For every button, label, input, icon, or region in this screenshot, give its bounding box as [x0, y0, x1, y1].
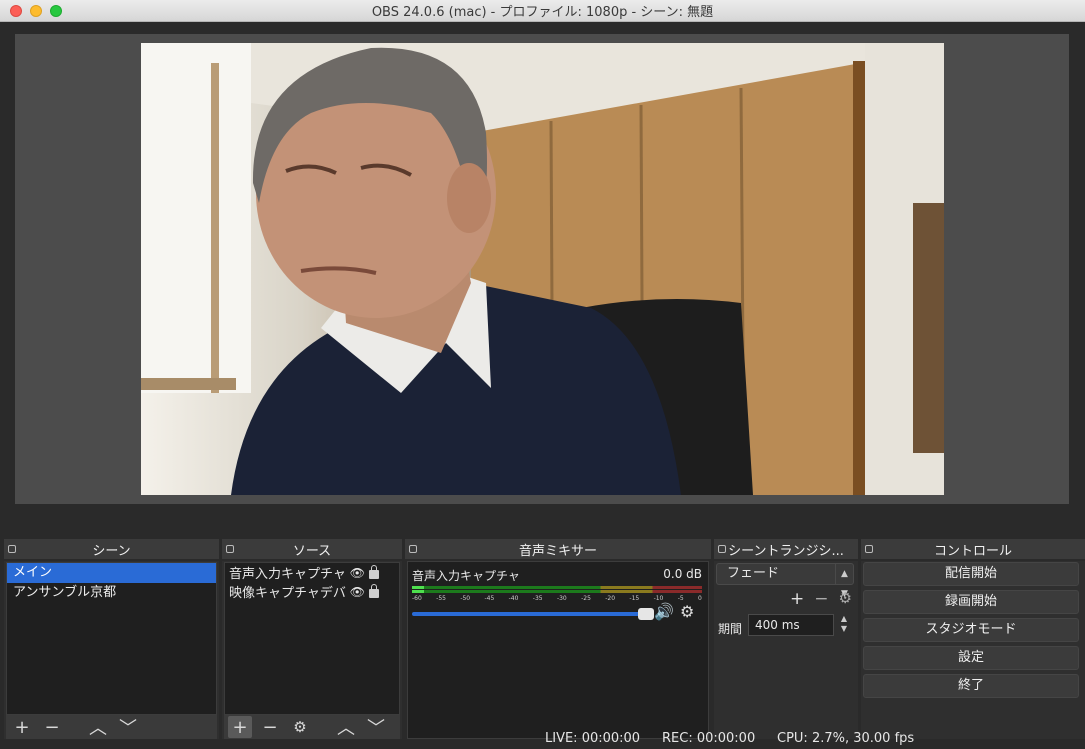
sources-dock-title-label: ソース	[292, 543, 332, 559]
scene-transitions-dock-title-label: シーントランジシ...	[728, 543, 844, 559]
controls-body: 配信開始 録画開始 スタジオモード 設定 終了	[861, 561, 1085, 739]
mixer-settings-gear-icon[interactable]: ⚙	[680, 602, 694, 621]
scenes-list[interactable]: メイン アンサンブル京都	[6, 562, 217, 715]
dock-float-icon[interactable]	[409, 545, 417, 553]
audio-mixer-dock-title: 音声ミキサー	[405, 539, 711, 559]
minimize-window-button[interactable]	[30, 5, 42, 17]
volume-meter-bar-left	[412, 586, 702, 589]
duration-input[interactable]: 400 ms	[748, 614, 834, 636]
transition-properties-gear-icon[interactable]: ⚙	[839, 589, 852, 609]
camera-preview[interactable]	[141, 43, 944, 495]
start-streaming-button[interactable]: 配信開始	[863, 562, 1079, 586]
main-area: シーン メイン アンサンブル京都 + − ︿ ﹀ ソース 音声入力キャプチャ 👁…	[0, 22, 1085, 749]
start-recording-button[interactable]: 録画開始	[863, 590, 1079, 614]
lock-icon[interactable]	[369, 565, 379, 579]
mixer-channel-header: 音声入力キャプチャ 0.0 dB	[408, 562, 708, 584]
camera-preview-image	[141, 43, 944, 495]
studio-mode-button[interactable]: スタジオモード	[863, 618, 1079, 642]
sources-dock-body: 音声入力キャプチャ 👁 映像キャプチャデバ 👁 + − ⚙ ︿ ﹀	[222, 561, 402, 739]
meter-tick: -15	[629, 595, 640, 602]
duration-stepper[interactable]: ▲ ▼	[836, 614, 852, 636]
mixer-body: 音声入力キャプチャ 0.0 dB -60 -55 -50 -45 -40 -35…	[407, 561, 709, 739]
audio-mixer-dock-title-label: 音声ミキサー	[518, 543, 597, 559]
transition-select[interactable]: フェード ▲ ▼	[716, 563, 854, 599]
meter-tick: -55	[436, 595, 446, 602]
sources-dock-title: ソース	[222, 539, 402, 559]
maximize-window-button[interactable]	[50, 5, 62, 17]
cpu-fps-status: CPU: 2.7%, 30.00 fps	[777, 731, 915, 746]
lock-icon[interactable]	[369, 584, 379, 598]
source-item-audio-input[interactable]: 音声入力キャプチャ 👁	[225, 563, 399, 582]
status-bar: LIVE: 00:00:00 REC: 00:00:00 CPU: 2.7%, …	[0, 728, 1085, 749]
controls-dock-title: コントロール	[861, 539, 1085, 559]
dock-float-icon[interactable]	[8, 545, 16, 553]
audio-mixer-dock: 音声ミキサー 音声入力キャプチャ 0.0 dB -60 -55 -50 -45 …	[405, 539, 711, 739]
volume-slider[interactable]	[412, 608, 654, 620]
transition-buttons: + − ⚙	[790, 589, 852, 609]
volume-slider-handle[interactable]	[638, 608, 654, 620]
meter-tick: 0	[698, 595, 702, 602]
volume-meter-bar-right	[412, 590, 702, 593]
live-time-status: LIVE: 00:00:00	[545, 731, 641, 746]
speaker-mute-icon[interactable]: 🔊	[654, 602, 674, 621]
meter-tick: -50	[460, 595, 471, 602]
window-titlebar: OBS 24.0.6 (mac) - プロファイル: 1080p - シーン: …	[0, 0, 1085, 22]
remove-transition-minus-icon[interactable]: −	[814, 589, 828, 609]
visibility-eye-icon[interactable]: 👁	[350, 585, 365, 599]
source-item-label: 映像キャプチャデバ	[229, 586, 346, 601]
scenes-dock-title: シーン	[4, 539, 219, 559]
visibility-eye-icon[interactable]: 👁	[350, 566, 365, 580]
rec-time-status: REC: 00:00:00	[662, 731, 756, 746]
source-item-label: 音声入力キャプチャ	[229, 567, 346, 582]
add-transition-plus-icon[interactable]: +	[790, 589, 804, 609]
sources-list[interactable]: 音声入力キャプチャ 👁 映像キャプチャデバ 👁	[224, 562, 400, 715]
scenes-dock-title-label: シーン	[92, 543, 131, 559]
meter-tick: -5	[677, 595, 684, 602]
volume-meter	[412, 586, 702, 594]
window-title: OBS 24.0.6 (mac) - プロファイル: 1080p - シーン: …	[371, 5, 714, 20]
scene-item-ensemble[interactable]: アンサンブル京都	[7, 583, 216, 603]
meter-tick: -40	[508, 595, 519, 602]
select-chevron-icon: ▲ ▼	[835, 564, 853, 599]
meter-tick: -30	[556, 595, 567, 602]
scene-transitions-dock-title: シーントランジシ...	[714, 539, 858, 559]
scenes-dock: シーン メイン アンサンブル京都 + − ︿ ﹀	[4, 539, 219, 739]
close-window-button[interactable]	[10, 5, 22, 17]
meter-tick: -10	[653, 595, 664, 602]
controls-dock: コントロール 配信開始 録画開始 スタジオモード 設定 終了	[861, 539, 1085, 739]
scene-transitions-dock: シーントランジシ... フェード ▲ ▼ + − ⚙ 期間 400 ms ▲ ▼	[714, 539, 858, 739]
transitions-body: フェード ▲ ▼ + − ⚙ 期間 400 ms ▲ ▼	[714, 561, 858, 739]
meter-tick: -25	[581, 595, 591, 602]
exit-button[interactable]: 終了	[863, 674, 1079, 698]
sources-dock: ソース 音声入力キャプチャ 👁 映像キャプチャデバ 👁 + − ⚙ ︿ ﹀	[222, 539, 402, 739]
controls-dock-title-label: コントロール	[933, 543, 1012, 559]
volume-meter-ticks: -60 -55 -50 -45 -40 -35 -30 -25 -20 -15 …	[412, 595, 702, 602]
scene-item-main[interactable]: メイン	[7, 563, 216, 583]
source-item-video-capture[interactable]: 映像キャプチャデバ 👁	[225, 582, 399, 601]
preview-area[interactable]	[15, 34, 1069, 504]
dock-float-icon[interactable]	[718, 545, 726, 553]
dock-float-icon[interactable]	[226, 545, 234, 553]
scenes-dock-body: メイン アンサンブル京都 + − ︿ ﹀	[4, 561, 219, 739]
meter-tick: -60	[412, 595, 422, 602]
duration-label: 期間	[718, 622, 743, 636]
meter-tick: -35	[532, 595, 543, 602]
mixer-channel-db: 0.0 dB	[663, 567, 702, 581]
dock-float-icon[interactable]	[865, 545, 873, 553]
transition-select-value: フェード	[727, 566, 780, 581]
mixer-channel-name: 音声入力キャプチャ	[412, 569, 520, 583]
meter-tick: -45	[484, 595, 495, 602]
meter-tick: -20	[605, 595, 616, 602]
settings-button[interactable]: 設定	[863, 646, 1079, 670]
window-controls	[10, 5, 62, 17]
